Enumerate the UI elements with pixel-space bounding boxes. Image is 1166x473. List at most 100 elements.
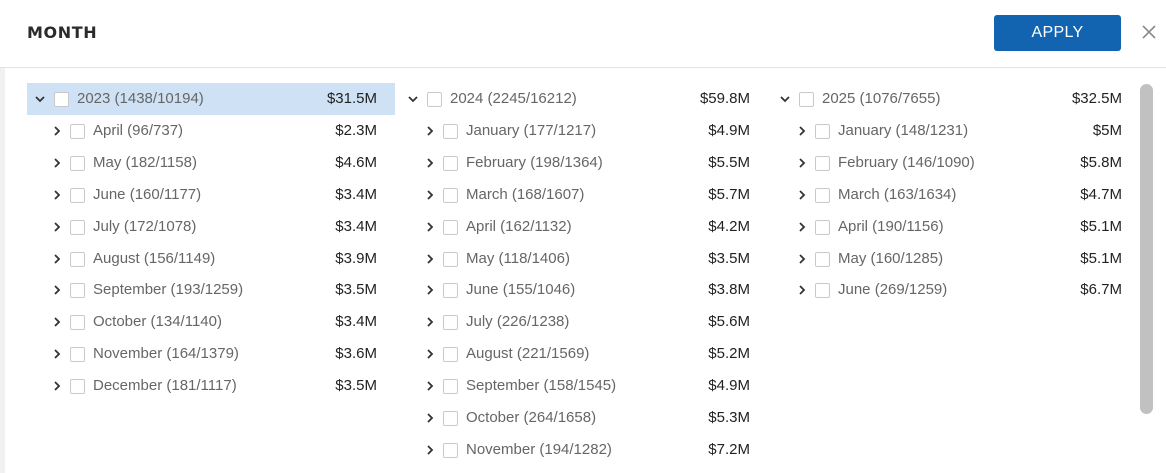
- month-row[interactable]: June (155/1046) $3.8M: [400, 274, 768, 306]
- month-checkbox[interactable]: [443, 442, 458, 458]
- year-row[interactable]: 2025 (1076/7655) $32.5M: [772, 83, 1140, 115]
- month-row[interactable]: May (118/1406) $3.5M: [400, 243, 768, 275]
- month-checkbox[interactable]: [443, 315, 458, 331]
- month-row[interactable]: January (177/1217) $4.9M: [400, 115, 768, 147]
- month-row[interactable]: May (160/1285) $5.1M: [772, 243, 1140, 275]
- chevron-right-icon[interactable]: [423, 338, 437, 370]
- chevron-down-icon[interactable]: [406, 83, 420, 115]
- month-checkbox[interactable]: [443, 251, 458, 267]
- chevron-right-icon[interactable]: [50, 243, 64, 275]
- chevron-right-icon[interactable]: [50, 338, 64, 370]
- month-checkbox[interactable]: [70, 124, 85, 139]
- month-row[interactable]: February (146/1090) $5.8M: [772, 147, 1140, 179]
- dialog-title: MONTH: [27, 23, 98, 42]
- month-label: November (194/1282): [466, 440, 612, 458]
- month-checkbox[interactable]: [443, 219, 458, 235]
- month-checkbox[interactable]: [443, 124, 458, 139]
- month-row[interactable]: September (158/1545) $4.9M: [400, 370, 768, 402]
- month-amount: $5.3M: [708, 409, 750, 427]
- month-amount: $4.9M: [708, 377, 750, 395]
- month-row[interactable]: August (156/1149) $3.9M: [27, 243, 395, 275]
- close-icon[interactable]: [1140, 22, 1158, 42]
- month-row[interactable]: April (190/1156) $5.1M: [772, 211, 1140, 243]
- chevron-right-icon[interactable]: [423, 306, 437, 338]
- month-row[interactable]: November (194/1282) $7.2M: [400, 434, 768, 466]
- year-checkbox[interactable]: [54, 92, 69, 107]
- month-row[interactable]: October (134/1140) $3.4M: [27, 306, 395, 338]
- month-row[interactable]: June (160/1177) $3.4M: [27, 179, 395, 211]
- chevron-right-icon[interactable]: [795, 115, 809, 147]
- chevron-right-icon[interactable]: [50, 274, 64, 306]
- month-checkbox[interactable]: [443, 155, 458, 171]
- month-row[interactable]: December (181/1117) $3.5M: [27, 370, 395, 402]
- month-row[interactable]: April (96/737) $2.3M: [27, 115, 395, 147]
- year-row[interactable]: 2023 (1438/10194) $31.5M: [27, 83, 395, 115]
- month-label: May (118/1406): [466, 249, 570, 267]
- chevron-down-icon[interactable]: [778, 83, 792, 115]
- month-checkbox[interactable]: [70, 283, 85, 299]
- month-row[interactable]: June (269/1259) $6.7M: [772, 274, 1140, 306]
- chevron-right-icon[interactable]: [795, 243, 809, 275]
- month-row[interactable]: October (264/1658) $5.3M: [400, 402, 768, 434]
- chevron-right-icon[interactable]: [50, 211, 64, 243]
- month-checkbox[interactable]: [70, 219, 85, 235]
- chevron-right-icon[interactable]: [50, 306, 64, 338]
- month-checkbox[interactable]: [815, 283, 830, 299]
- chevron-right-icon[interactable]: [795, 179, 809, 211]
- month-checkbox[interactable]: [443, 411, 458, 427]
- chevron-right-icon[interactable]: [50, 179, 64, 211]
- month-checkbox[interactable]: [443, 379, 458, 395]
- chevron-right-icon[interactable]: [50, 147, 64, 179]
- month-checkbox[interactable]: [815, 124, 830, 139]
- chevron-right-icon[interactable]: [795, 211, 809, 243]
- chevron-right-icon[interactable]: [423, 274, 437, 306]
- month-checkbox[interactable]: [815, 219, 830, 235]
- month-checkbox[interactable]: [70, 379, 85, 395]
- month-checkbox[interactable]: [815, 187, 830, 203]
- month-checkbox[interactable]: [443, 187, 458, 203]
- scrollbar-thumb[interactable]: [1140, 84, 1153, 414]
- month-amount: $5.7M: [708, 185, 750, 203]
- chevron-right-icon[interactable]: [795, 147, 809, 179]
- chevron-down-icon[interactable]: [33, 83, 47, 115]
- year-checkbox[interactable]: [799, 92, 814, 107]
- month-row[interactable]: January (148/1231) $5M: [772, 115, 1140, 147]
- chevron-right-icon[interactable]: [423, 179, 437, 211]
- month-label: June (269/1259): [838, 281, 948, 299]
- chevron-right-icon[interactable]: [423, 211, 437, 243]
- month-row[interactable]: August (221/1569) $5.2M: [400, 338, 768, 370]
- chevron-right-icon[interactable]: [423, 402, 437, 434]
- month-row[interactable]: February (198/1364) $5.5M: [400, 147, 768, 179]
- month-checkbox[interactable]: [70, 155, 85, 171]
- month-row[interactable]: July (226/1238) $5.6M: [400, 306, 768, 338]
- chevron-right-icon[interactable]: [795, 274, 809, 306]
- dialog-header: MONTH APPLY: [0, 0, 1166, 68]
- month-checkbox[interactable]: [815, 251, 830, 267]
- chevron-right-icon[interactable]: [423, 370, 437, 402]
- chevron-right-icon[interactable]: [50, 115, 64, 147]
- month-label: August (156/1149): [93, 249, 216, 267]
- month-amount: $3.4M: [335, 185, 377, 203]
- month-row[interactable]: March (168/1607) $5.7M: [400, 179, 768, 211]
- chevron-right-icon[interactable]: [423, 243, 437, 275]
- chevron-right-icon[interactable]: [423, 147, 437, 179]
- month-checkbox[interactable]: [815, 155, 830, 171]
- month-checkbox[interactable]: [70, 315, 85, 331]
- chevron-right-icon[interactable]: [423, 434, 437, 466]
- month-checkbox[interactable]: [70, 187, 85, 203]
- month-checkbox[interactable]: [70, 347, 85, 363]
- month-checkbox[interactable]: [70, 251, 85, 267]
- month-checkbox[interactable]: [443, 283, 458, 299]
- chevron-right-icon[interactable]: [50, 370, 64, 402]
- chevron-right-icon[interactable]: [423, 115, 437, 147]
- month-row[interactable]: November (164/1379) $3.6M: [27, 338, 395, 370]
- month-checkbox[interactable]: [443, 347, 458, 363]
- month-row[interactable]: May (182/1158) $4.6M: [27, 147, 395, 179]
- month-row[interactable]: September (193/1259) $3.5M: [27, 274, 395, 306]
- month-row[interactable]: July (172/1078) $3.4M: [27, 211, 395, 243]
- month-row[interactable]: March (163/1634) $4.7M: [772, 179, 1140, 211]
- apply-button[interactable]: APPLY: [994, 15, 1121, 51]
- year-row[interactable]: 2024 (2245/16212) $59.8M: [400, 83, 768, 115]
- month-row[interactable]: April (162/1132) $4.2M: [400, 211, 768, 243]
- year-checkbox[interactable]: [427, 92, 442, 107]
